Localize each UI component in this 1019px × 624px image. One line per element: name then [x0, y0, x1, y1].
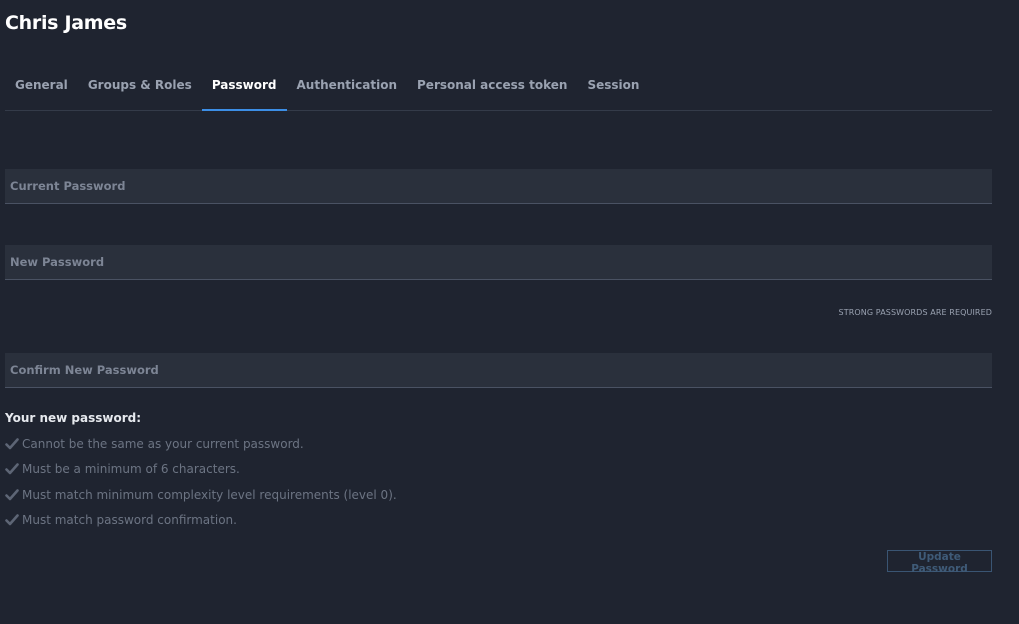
confirm-password-label: Confirm New Password: [10, 363, 159, 377]
requirement-text: Cannot be the same as your current passw…: [22, 436, 304, 451]
checkmark-icon: [5, 488, 19, 501]
requirement-text: Must match password confirmation.: [22, 513, 237, 528]
checkmark-icon: [5, 514, 19, 526]
requirement-item: Must match minimum complexity level requ…: [5, 482, 397, 508]
current-password-label: Current Password: [10, 179, 126, 193]
requirements-title: Your new password:: [5, 411, 142, 425]
tab-session[interactable]: Session: [577, 62, 649, 110]
current-password-field[interactable]: Current Password: [5, 169, 992, 204]
requirements-list: Cannot be the same as your current passw…: [5, 431, 397, 533]
requirement-text: Must be a minimum of 6 characters.: [22, 462, 240, 477]
requirement-item: Must be a minimum of 6 characters.: [5, 457, 397, 483]
tab-general[interactable]: General: [5, 62, 78, 110]
page-title: Chris James: [5, 12, 127, 34]
password-settings-page: Chris James General Groups & Roles Passw…: [0, 0, 1019, 624]
password-strength-hint: STRONG PASSWORDS ARE REQUIRED: [838, 308, 992, 317]
requirement-text: Must match minimum complexity level requ…: [22, 487, 397, 502]
update-password-button[interactable]: Update Password: [887, 550, 992, 575]
settings-tabs: General Groups & Roles Password Authenti…: [5, 62, 992, 111]
new-password-field[interactable]: New Password: [5, 245, 992, 280]
new-password-label: New Password: [10, 255, 105, 269]
checkmark-icon: [5, 463, 19, 475]
confirm-password-field[interactable]: Confirm New Password: [5, 353, 992, 388]
tab-groups-roles[interactable]: Groups & Roles: [78, 62, 202, 110]
tab-personal-access-token[interactable]: Personal access token: [407, 62, 577, 110]
requirement-item: Must match password confirmation.: [5, 508, 397, 534]
requirement-item: Cannot be the same as your current passw…: [5, 431, 397, 457]
tab-authentication[interactable]: Authentication: [287, 62, 408, 110]
tab-password[interactable]: Password: [201, 62, 287, 111]
checkmark-icon: [5, 437, 19, 450]
